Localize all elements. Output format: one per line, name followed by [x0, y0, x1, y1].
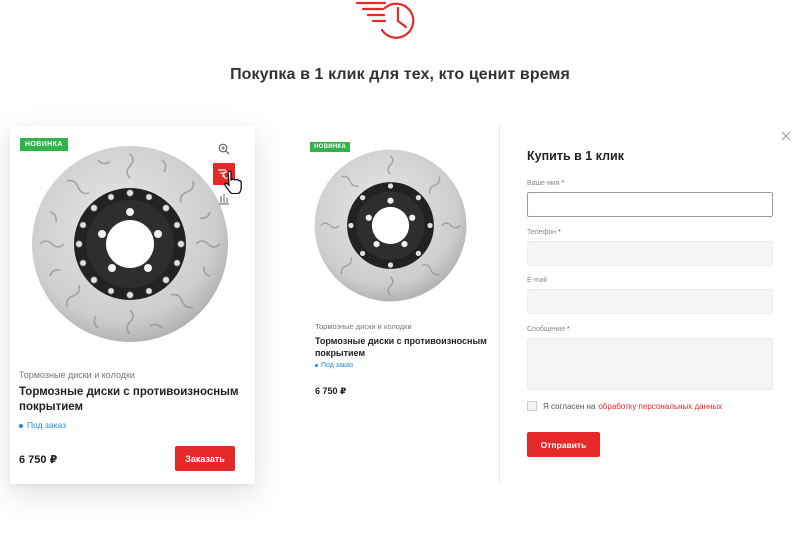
phone-input[interactable] — [527, 241, 773, 266]
status-dot-icon — [315, 363, 318, 367]
consent-text: Я согласен на — [543, 401, 596, 411]
product-title[interactable]: Тормозные диски с противоизносным покрыт… — [19, 385, 244, 415]
modal-availability-label: Под заказ — [321, 362, 354, 369]
consent-checkbox[interactable] — [527, 401, 537, 411]
message-textarea[interactable] — [527, 338, 773, 390]
submit-button[interactable]: Отправить — [527, 432, 600, 457]
brake-disc-image[interactable] — [30, 144, 230, 344]
modal-availability-status: Под заказ — [315, 362, 353, 369]
modal-divider — [499, 126, 500, 484]
product-card[interactable]: НОВИНКА Тормозные диски и колодки Тормоз… — [10, 126, 255, 484]
message-field-label: Сообщение * — [527, 326, 570, 333]
modal-product-price: 6 750 ₽ — [315, 386, 347, 396]
email-field-label: E-mail — [527, 277, 547, 284]
message-label-text: Сообщение — [527, 326, 566, 333]
modal-product-title: Тормозные диски с противоизносным покрыт… — [315, 336, 487, 358]
required-mark: * — [567, 326, 570, 333]
page-headline: Покупка в 1 клик для тех, кто ценит врем… — [230, 66, 570, 83]
email-label-text: E-mail — [527, 277, 547, 284]
name-input[interactable] — [527, 192, 773, 217]
availability-status: Под заказ — [19, 420, 66, 430]
consent-row: Я согласен на обработку персональных дан… — [527, 401, 722, 411]
modal-brake-disc-image — [314, 149, 467, 302]
close-icon[interactable] — [780, 130, 792, 142]
phone-label-text: Телефон — [527, 229, 557, 236]
form-title: Купить в 1 клик — [527, 149, 624, 163]
availability-label: Под заказ — [27, 420, 67, 430]
modal-product-category: Тормозные диски и колодки — [315, 322, 412, 331]
order-button[interactable]: Заказать — [175, 446, 235, 471]
hand-cursor-icon — [224, 170, 242, 194]
name-label-text: Ваше имя — [527, 180, 560, 187]
required-mark: * — [561, 180, 565, 187]
zoom-icon[interactable] — [213, 138, 235, 160]
product-category: Тормозные диски и колодки — [19, 370, 135, 380]
consent-link[interactable]: обработку персональных данных — [598, 402, 722, 411]
phone-field-label: Телефон * — [527, 229, 561, 236]
email-input[interactable] — [527, 289, 773, 314]
required-mark: * — [558, 229, 561, 236]
name-field-label: Ваше имя * — [527, 180, 564, 187]
status-dot-icon — [19, 423, 23, 428]
product-price: 6 750 ₽ — [19, 454, 58, 466]
fast-clock-icon — [355, 1, 415, 39]
